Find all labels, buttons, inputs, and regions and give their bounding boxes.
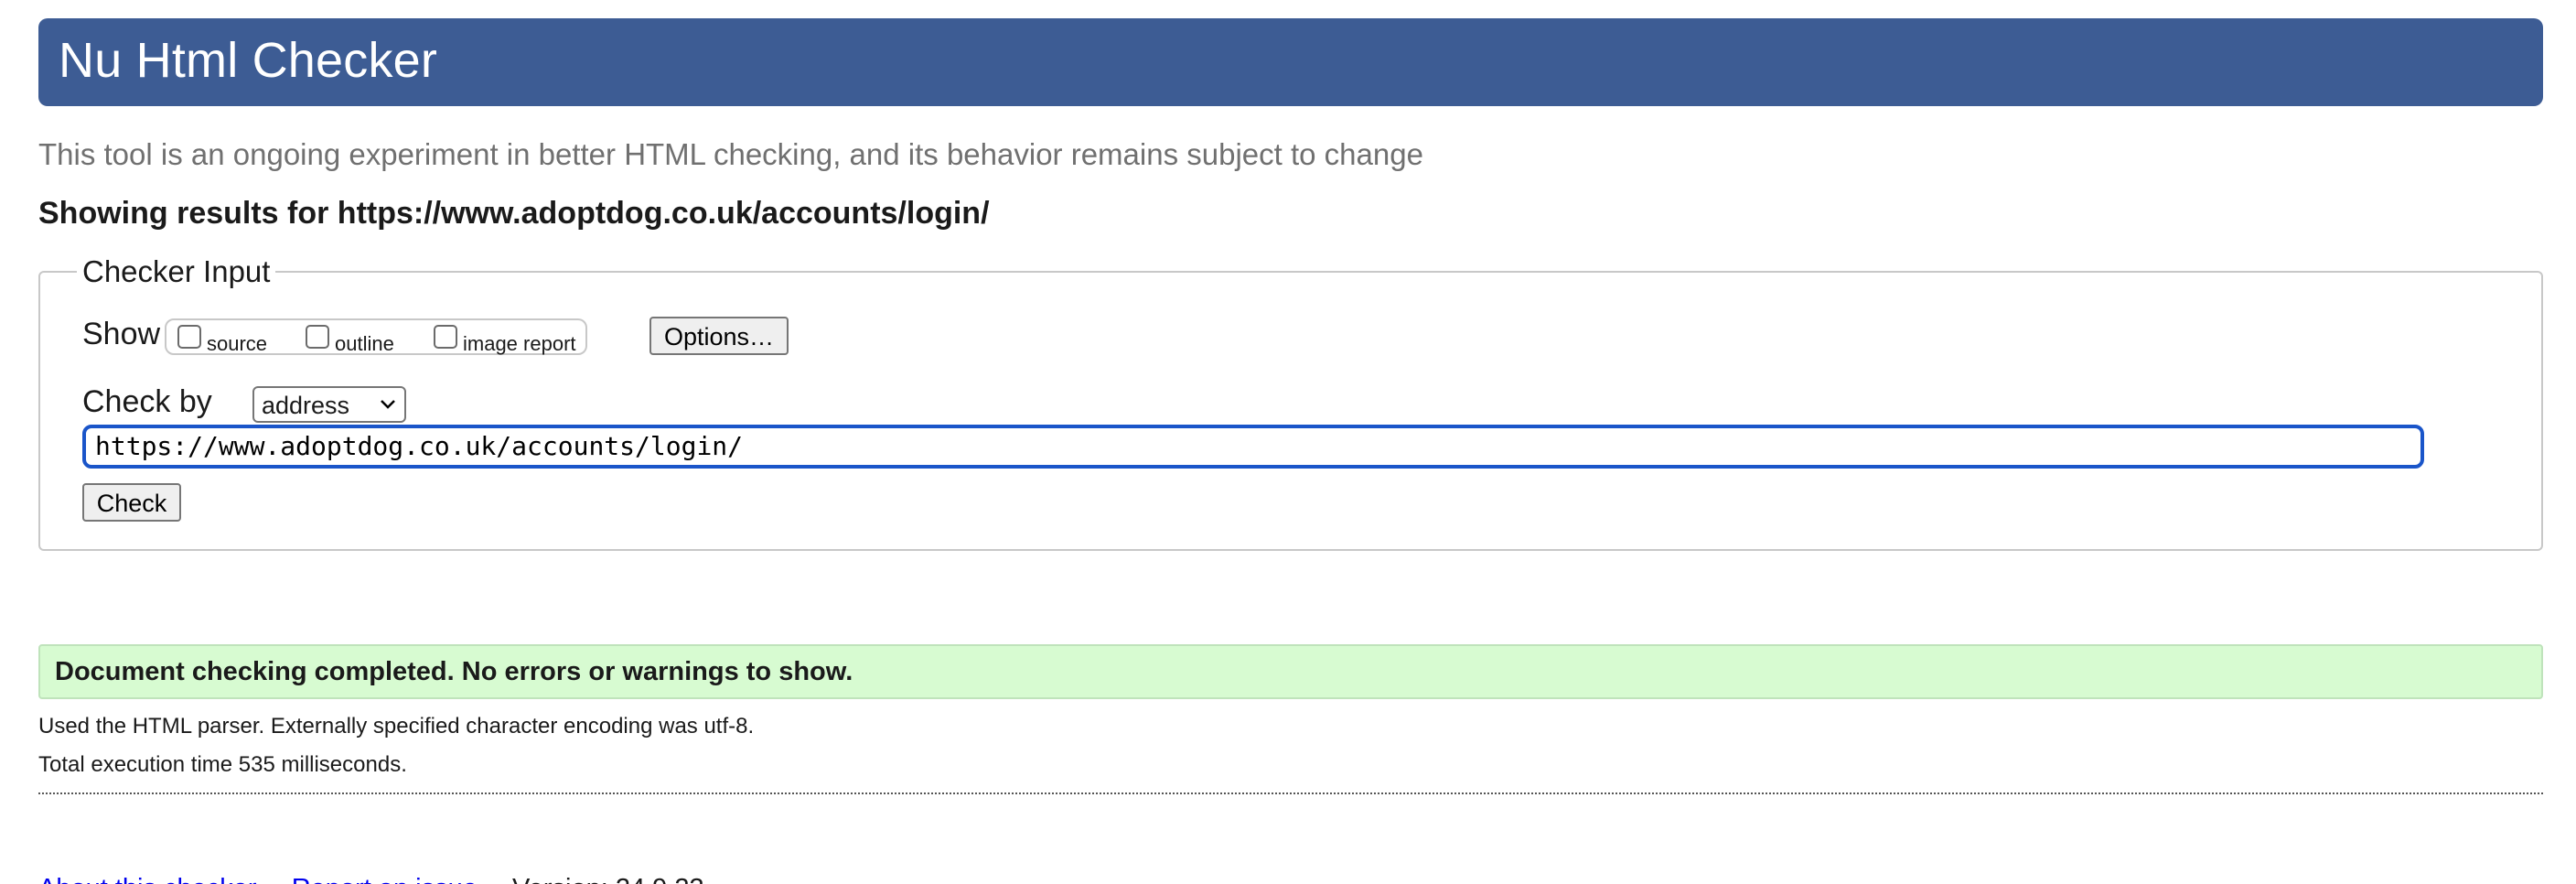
page-title: Nu Html Checker [59,33,438,88]
outline-checkbox[interactable] [306,325,329,349]
footer: About this checker • Report an issue • Versi… [38,874,704,884]
report-issue-link[interactable]: Report an issue [292,874,478,884]
url-input[interactable]: https://www.adoptdog.co.uk/accounts/logi… [82,425,2424,469]
footer-separator: • [270,874,279,884]
checker-input-fieldset: Checker Input Show source outline image … [38,254,2543,551]
dotted-divider [38,792,2543,794]
results-heading: Showing results for https://www.adoptdog… [38,196,990,231]
header-banner: Nu Html Checker [38,18,2543,106]
success-message-box: Document checking completed. No errors o… [38,644,2543,699]
check-by-selected-value: address [262,392,350,419]
check-by-label: Check by [82,384,212,419]
footer-separator: • [490,874,499,884]
about-checker-link[interactable]: About this checker [38,874,257,884]
options-button[interactable]: Options… [649,317,789,355]
execution-time: Total execution time 535 milliseconds. [38,752,407,777]
check-button[interactable]: Check [82,483,181,522]
source-label[interactable]: source [207,332,267,356]
show-label: Show [82,317,161,351]
image-report-label[interactable]: image report [463,332,576,356]
version-text: Version: 24.9.23 [512,874,704,884]
check-by-select[interactable]: address [252,386,406,423]
tool-description: This tool is an ongoing experiment in be… [38,137,1423,171]
image-report-checkbox[interactable] [434,325,457,349]
parser-info: Used the HTML parser. Externally specifi… [38,714,755,738]
outline-label[interactable]: outline [335,332,394,356]
checker-input-legend: Checker Input [77,254,276,289]
source-checkbox[interactable] [177,325,201,349]
chevron-down-icon [381,400,395,409]
success-message: Document checking completed. No errors o… [55,657,853,686]
page: Nu Html Checker This tool is an ongoing … [0,0,2576,884]
show-options-group: source outline image report [165,318,587,355]
